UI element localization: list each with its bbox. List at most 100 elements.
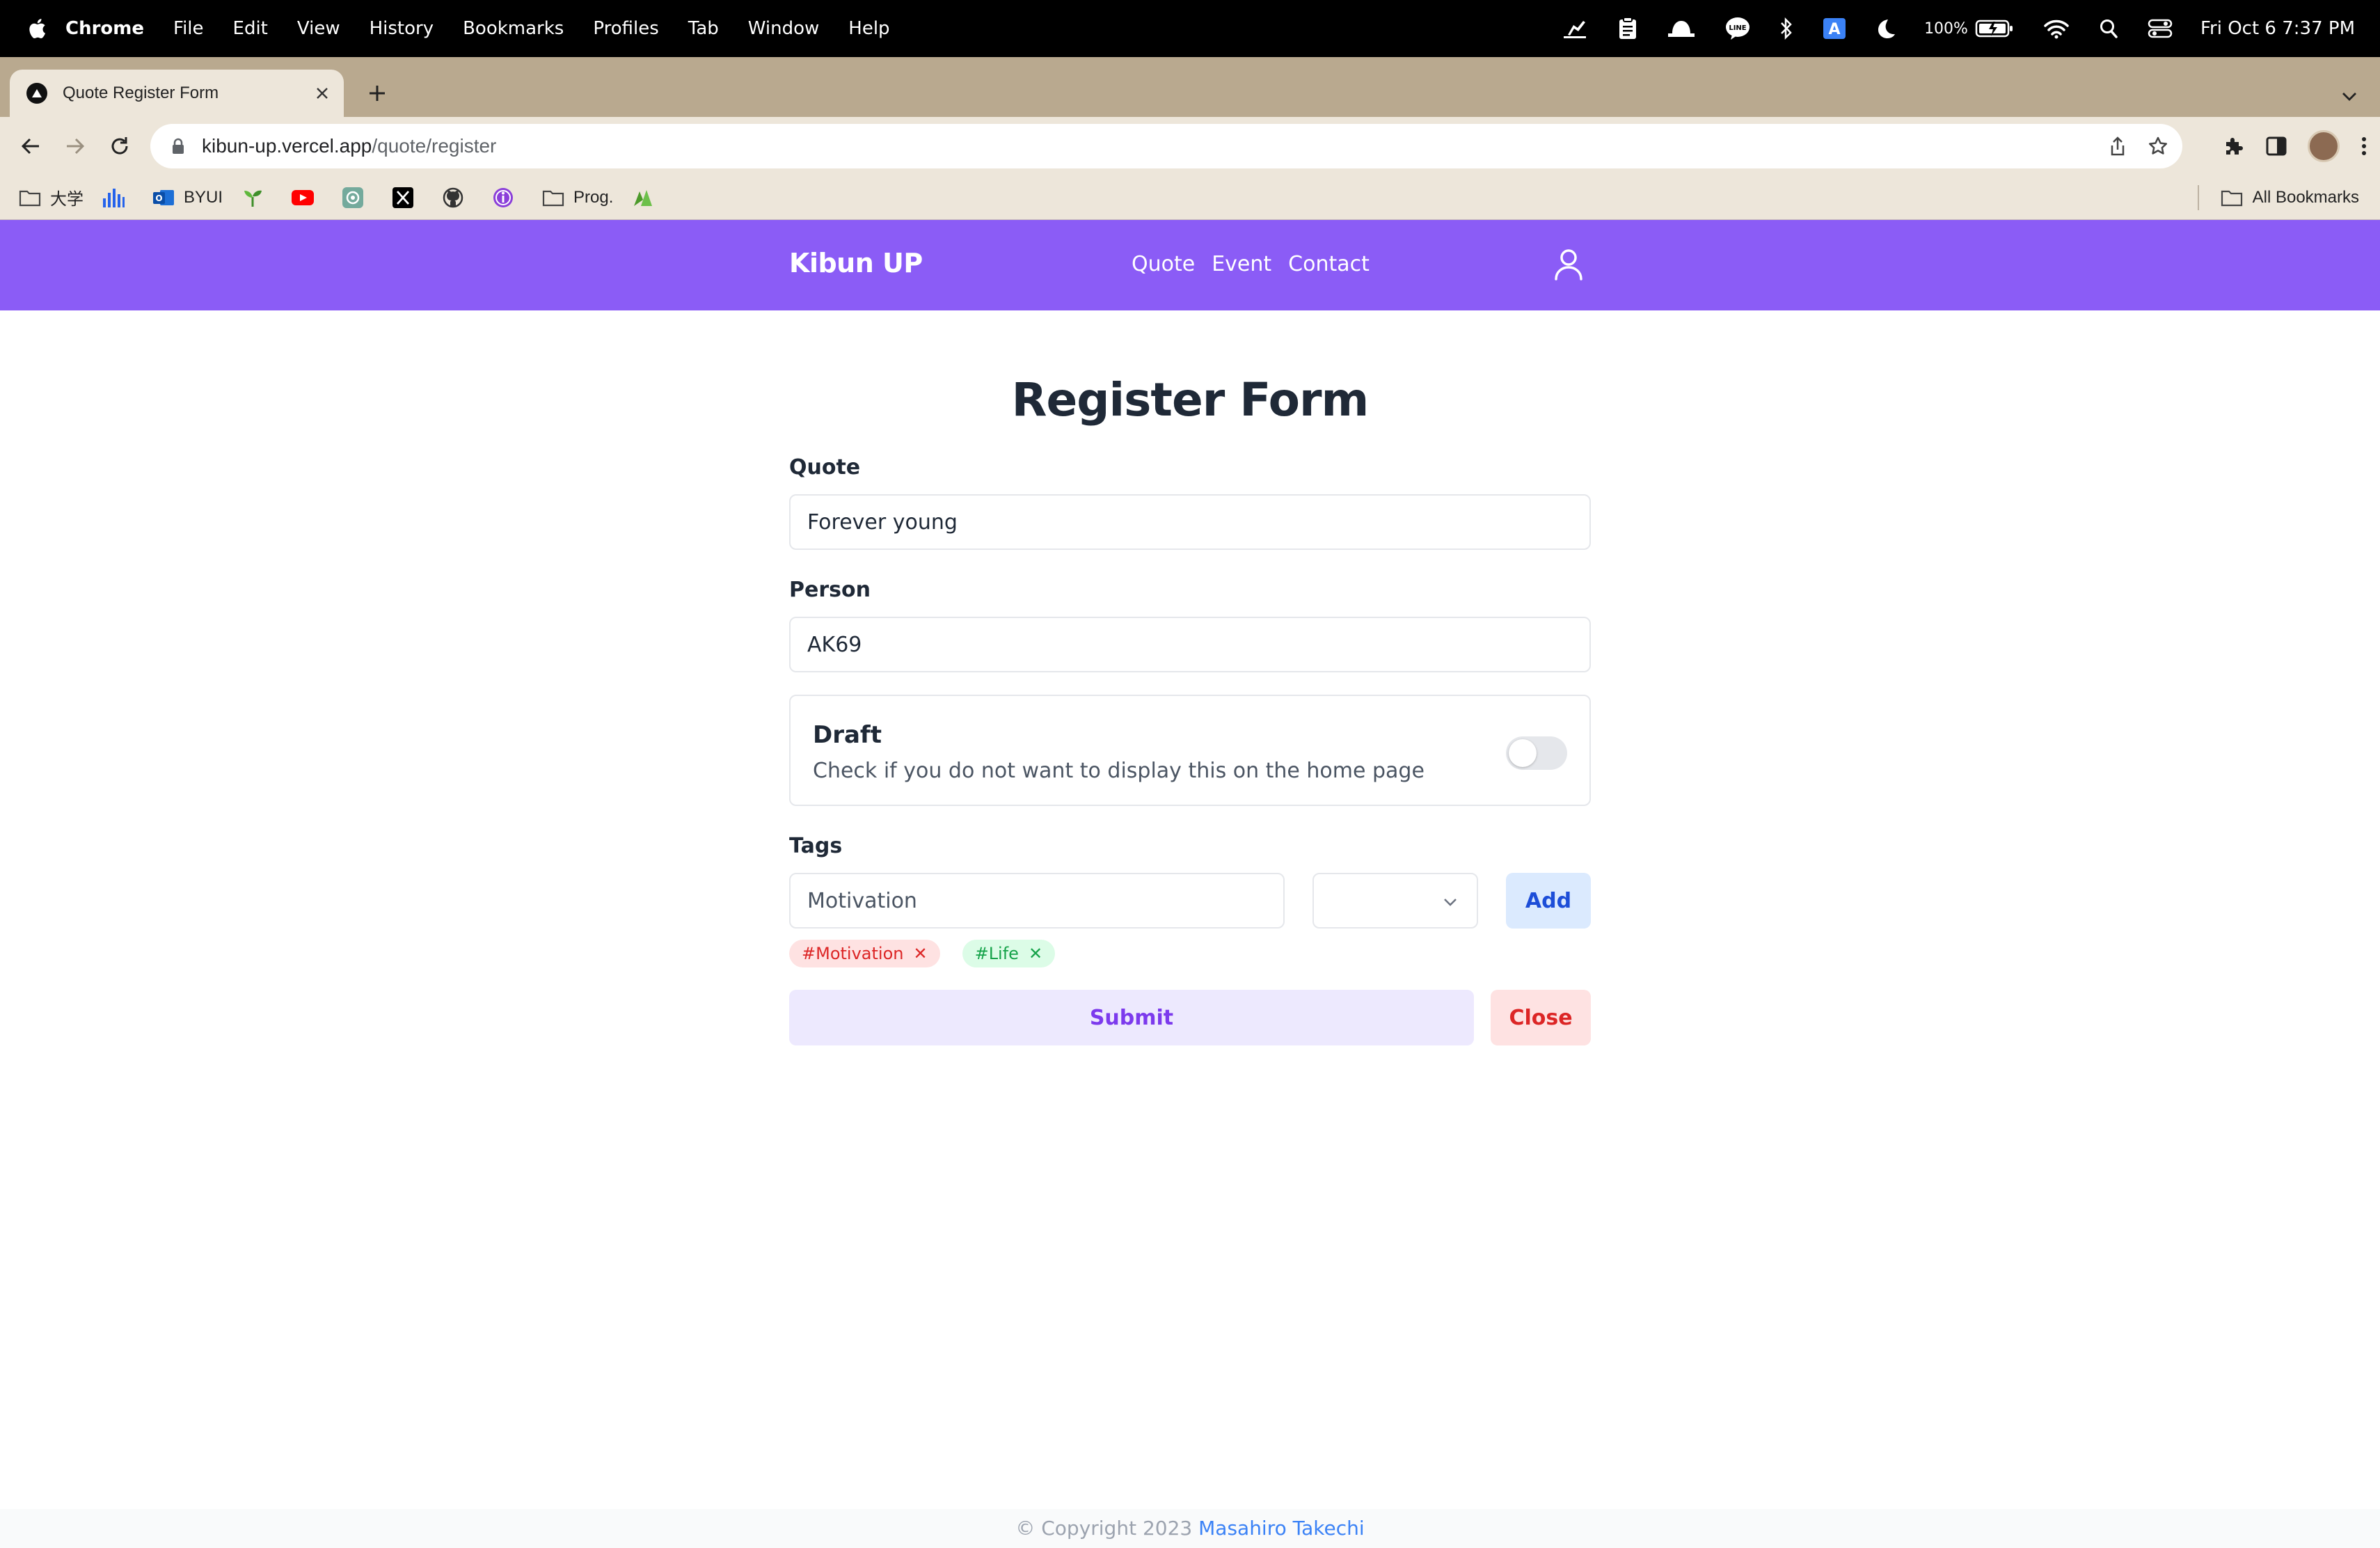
lock-icon[interactable] [171, 136, 188, 156]
forward-icon[interactable] [58, 129, 92, 163]
extensions-puzzle-icon[interactable] [2223, 135, 2245, 157]
submit-button[interactable]: Submit [789, 990, 1474, 1045]
input-source-icon[interactable]: A [1823, 17, 1846, 40]
copyright-text: © Copyright 2023 [1015, 1517, 1199, 1540]
tab-close-icon[interactable] [310, 81, 334, 105]
menubar-clock[interactable]: Fri Oct 6 7:37 PM [2200, 18, 2355, 39]
bookmark-label: Prog. [573, 187, 614, 207]
menu-file[interactable]: File [173, 18, 204, 39]
page-viewport: Kibun UP Quote Event Contact Register Fo… [0, 220, 2380, 1548]
remove-tag-icon[interactable]: ✕ [1029, 944, 1042, 963]
close-button[interactable]: Close [1491, 990, 1591, 1045]
outlook-icon: O [152, 187, 175, 208]
focus-moon-icon[interactable] [1875, 18, 1896, 39]
chrome-menu-icon[interactable] [2361, 136, 2367, 157]
control-center-icon[interactable] [2148, 18, 2173, 39]
tag-input[interactable] [789, 873, 1285, 929]
vercel-icon [631, 187, 655, 208]
nav-link-event[interactable]: Event [1212, 252, 1271, 276]
tab-title: Quote Register Form [63, 84, 219, 102]
menu-profiles[interactable]: Profiles [593, 18, 658, 39]
apple-menu-icon[interactable] [26, 17, 47, 40]
info-icon [491, 187, 515, 208]
bookmark-vercel[interactable] [631, 187, 663, 208]
all-bookmarks[interactable]: All Bookmarks [2221, 175, 2359, 220]
chart-icon [102, 187, 125, 208]
menu-tab[interactable]: Tab [688, 18, 719, 39]
menu-edit[interactable]: Edit [233, 18, 268, 39]
tag-chip-label: #Life [974, 944, 1019, 963]
tags-label: Tags [789, 834, 843, 858]
nav-link-contact[interactable]: Contact [1288, 252, 1370, 276]
bookmark-folder-daigaku[interactable]: 大学 [18, 185, 84, 210]
bookmark-folder-prog[interactable]: Prog. [541, 187, 613, 208]
bookmark-chart[interactable] [102, 187, 134, 208]
bookmark-label: BYUI [184, 187, 223, 207]
tab-strip: Quote Register Form [0, 57, 2380, 117]
bookmark-youtube[interactable] [291, 187, 323, 208]
battery-icon[interactable] [1975, 19, 2014, 38]
tag-chip: #Motivation ✕ [789, 940, 940, 968]
bluetooth-icon[interactable] [1779, 17, 1793, 40]
runner-status-icon[interactable] [1561, 18, 1589, 39]
tab-active[interactable]: Quote Register Form [10, 70, 344, 117]
clipboard-status-icon[interactable] [1618, 17, 1637, 40]
menu-help[interactable]: Help [848, 18, 889, 39]
bookmark-star-icon[interactable] [2148, 136, 2168, 157]
battery-percent: 100% [1924, 19, 1968, 38]
bookmarks-separator [2198, 185, 2199, 210]
bookmark-chatgpt[interactable] [341, 187, 373, 208]
wifi-icon[interactable] [2043, 18, 2070, 39]
folder-icon [2221, 187, 2244, 208]
draft-toggle[interactable] [1506, 736, 1567, 770]
tab-search-chevron-icon[interactable] [2335, 82, 2363, 110]
tag-list: #Motivation ✕ #Life ✕ [789, 940, 1077, 968]
folder-icon [541, 187, 565, 208]
profile-avatar[interactable] [2308, 130, 2340, 162]
new-tab-icon[interactable] [362, 78, 392, 109]
hat-status-icon[interactable] [1667, 18, 1696, 39]
menu-bookmarks[interactable]: Bookmarks [463, 18, 564, 39]
side-panel-icon[interactable] [2266, 136, 2287, 156]
all-bookmarks-label: All Bookmarks [2252, 188, 2359, 207]
draft-card: Draft Check if you do not want to displa… [789, 695, 1591, 806]
bookmark-sprout[interactable] [241, 187, 273, 208]
line-app-icon[interactable]: LINE [1725, 17, 1750, 40]
chevron-down-icon [1441, 892, 1460, 912]
bookmark-x[interactable] [391, 187, 423, 208]
draft-description: Check if you do not want to display this… [813, 759, 1425, 783]
back-icon[interactable] [14, 129, 47, 163]
chatgpt-icon [341, 187, 365, 208]
person-label: Person [789, 578, 871, 602]
person-input[interactable] [789, 617, 1591, 672]
bookmark-github[interactable] [441, 187, 473, 208]
folder-icon [18, 187, 42, 208]
quote-input[interactable] [789, 494, 1591, 550]
share-icon[interactable] [2109, 136, 2127, 157]
site-favicon-icon [26, 83, 47, 104]
youtube-icon [291, 187, 315, 208]
menu-view[interactable]: View [297, 18, 340, 39]
author-link[interactable]: Masahiro Takechi [1198, 1517, 1365, 1540]
bookmark-byui[interactable]: O BYUI [152, 187, 223, 208]
draft-title: Draft [813, 721, 882, 749]
spotlight-search-icon[interactable] [2099, 18, 2118, 39]
menu-app-name[interactable]: Chrome [65, 18, 144, 39]
reload-icon[interactable] [103, 129, 136, 163]
tag-color-select[interactable] [1312, 873, 1478, 929]
toggle-knob [1509, 739, 1537, 767]
user-account-icon[interactable] [1550, 246, 1587, 283]
site-brand-logo[interactable]: Kibun UP [789, 248, 923, 278]
menu-history[interactable]: History [370, 18, 434, 39]
bookmark-info[interactable] [491, 187, 523, 208]
url-text[interactable]: kibun-up.vercel.app/quote/register [202, 135, 496, 157]
menu-window[interactable]: Window [748, 18, 820, 39]
url-host: kibun-up.vercel.app [202, 135, 372, 157]
site-header: Kibun UP Quote Event Contact [0, 220, 2380, 310]
github-icon [441, 187, 465, 208]
address-bar[interactable]: kibun-up.vercel.app/quote/register [150, 124, 2182, 168]
nav-link-quote[interactable]: Quote [1132, 252, 1195, 276]
add-tag-button[interactable]: Add [1506, 873, 1591, 929]
x-icon [391, 187, 415, 208]
remove-tag-icon[interactable]: ✕ [913, 944, 927, 963]
